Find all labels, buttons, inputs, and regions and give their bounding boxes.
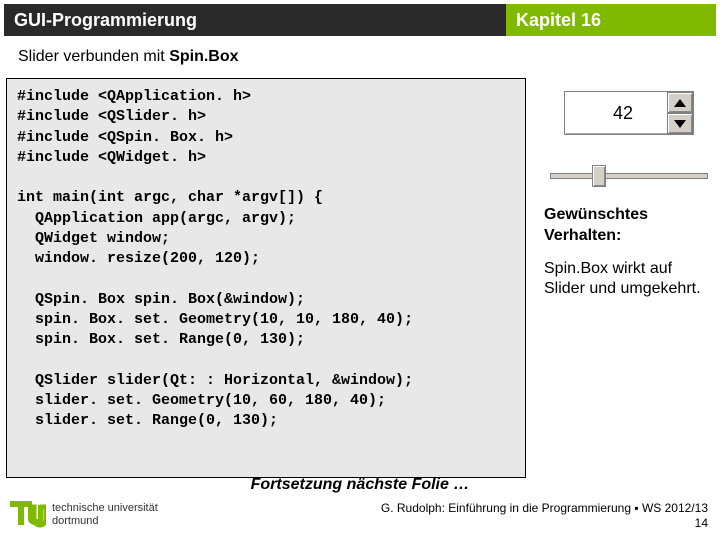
tu-logo-icon [8, 493, 46, 536]
page-number: 14 [381, 516, 708, 532]
footer-logo: technische universität dortmund [8, 493, 158, 536]
subtitle-bold: Spin.Box [169, 48, 238, 65]
footer-right: G. Rudolph: Einführung in die Programmie… [381, 501, 708, 532]
spinbox-up-button[interactable] [667, 92, 693, 113]
slider-widget[interactable] [550, 165, 708, 185]
spinbox-value[interactable]: 42 [565, 92, 667, 134]
footer-line: G. Rudolph: Einführung in die Programmie… [381, 501, 708, 517]
title-left: GUI-Programmierung [4, 4, 506, 36]
side-panel: 42 Gewünschtes Verhalten: Spi [540, 85, 710, 312]
title-right: Kapitel 16 [506, 4, 716, 36]
uni-line2: dortmund [52, 515, 158, 527]
arrow-down-icon [674, 120, 686, 128]
behavior-label: Gewünschtes Verhalten: [544, 205, 710, 247]
behavior-text: Spin.Box wirkt auf Slider und umgekehrt. [544, 259, 710, 301]
behavior-label-text: Gewünschtes Verhalten: [544, 206, 648, 244]
uni-line1: technische universität [52, 502, 158, 514]
slider-handle[interactable] [592, 165, 606, 187]
subtitle: Slider verbunden mit Spin.Box [18, 48, 239, 66]
arrow-up-icon [674, 99, 686, 107]
slider-track[interactable] [550, 173, 708, 179]
subtitle-plain: Slider verbunden mit [18, 48, 169, 65]
footer-logo-text: technische universität dortmund [52, 502, 158, 526]
spinbox-down-button[interactable] [667, 113, 693, 134]
title-bar: GUI-Programmierung Kapitel 16 [4, 4, 716, 36]
spinbox-buttons [667, 92, 693, 134]
slide: GUI-Programmierung Kapitel 16 Slider ver… [0, 0, 720, 540]
code-block: #include <QApplication. h> #include <QSl… [6, 78, 526, 478]
spinbox-widget[interactable]: 42 [564, 91, 694, 135]
continuation-note: Fortsetzung nächste Folie … [0, 476, 720, 494]
